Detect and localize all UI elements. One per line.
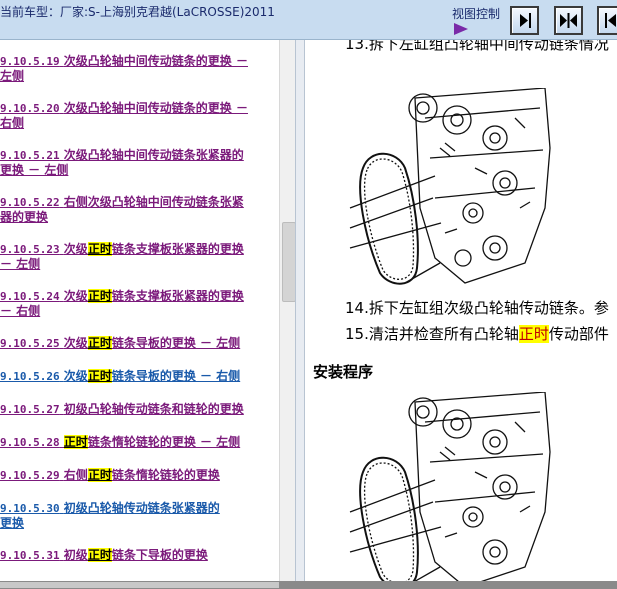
content-panel: 13.拆下左缸组凸轮轴中间传动链条情况 14.拆下左缸组次级凸轮轴传动链条。参 … [305, 40, 617, 581]
toc-text-line2: － 右侧 [0, 304, 41, 318]
search-highlight: 正时 [87, 289, 112, 303]
toc-text: 次级 [63, 242, 88, 256]
toc-text: 次级 [63, 336, 88, 350]
toc-text: 右侧 [63, 468, 88, 482]
toc-link[interactable]: 9.10.5.19 次级凸轮轴中间传动链条的更换 － 左侧 [0, 54, 270, 83]
expand-left-icon [605, 13, 616, 28]
toc-number: 9.10.5.27 [0, 403, 60, 416]
toc-text: 链条支撑板张紧器的更换 [111, 242, 244, 256]
toc-text-line2: 更换 [0, 516, 25, 530]
horizontal-scroll-thumb[interactable] [0, 582, 279, 588]
header-bar: 当前车型：厂家:S-上海别克君越(LaCROSSE)2011 视图控制 [0, 0, 617, 40]
toc-link[interactable]: 9.10.5.21 次级凸轮轴中间传动链条张紧器的 更换 － 左侧 [0, 148, 270, 177]
toc-link[interactable]: 9.10.5.23 次级正时链条支撑板张紧器的更换 － 左侧 [0, 242, 270, 271]
toc-text: 链条导板的更换 － 右侧 [111, 369, 241, 383]
install-procedure-heading: 安装程序 [313, 363, 374, 381]
toc-text: 次级 [63, 369, 88, 383]
search-highlight: 正时 [87, 336, 112, 350]
panel-splitter[interactable] [295, 40, 305, 581]
toc-link[interactable]: 9.10.5.20 次级凸轮轴中间传动链条的更换 － 右侧 [0, 101, 270, 130]
toc-panel: 9.10.5.19 次级凸轮轴中间传动链条的更换 － 左侧 9.10.5.20 次级… [0, 40, 279, 581]
toc-number: 9.10.5.29 [0, 469, 60, 482]
toc-number: 9.10.5.24 [0, 290, 60, 303]
collapse-both-button[interactable] [554, 6, 583, 35]
toc-scrollbar[interactable] [279, 40, 296, 581]
toc-number: 9.10.5.19 [0, 55, 60, 68]
step-13-text: 13.拆下左缸组凸轮轴中间传动链条情况 [345, 40, 609, 53]
toc-link[interactable]: 9.10.5.28 正时链条惰轮链轮的更换 － 左侧 [0, 435, 270, 450]
toc-number: 9.10.5.23 [0, 243, 60, 256]
toc-text: 链条支撑板张紧器的更换 [111, 289, 244, 303]
toc-link[interactable]: 9.10.5.22 右侧次级凸轮轴中间传动链条张紧 器的更换 [0, 195, 270, 224]
toc-text: 右侧次级凸轮轴中间传动链条张紧 [63, 195, 244, 209]
toc-text: 次级凸轮轴中间传动链条张紧器的 [63, 148, 244, 162]
expand-right-icon [520, 13, 531, 28]
vehicle-title: 当前车型：厂家:S-上海别克君越(LaCROSSE)2011 [0, 5, 275, 19]
engine-diagram-install [349, 392, 551, 581]
expand-left-button[interactable] [597, 6, 617, 35]
toc-text: 初级凸轮轴传动链条张紧器的 [63, 501, 220, 515]
view-control-arrow-icon[interactable] [454, 23, 468, 35]
toc-link[interactable]: 9.10.5.27 初级凸轮轴传动链条和链轮的更换 [0, 402, 270, 417]
search-highlight: 正时 [87, 548, 112, 562]
toc-text-line2: － 左侧 [0, 257, 41, 271]
toc-number: 9.10.5.31 [0, 549, 60, 562]
bottom-scrollbar[interactable] [0, 581, 617, 589]
toc-text-line2: 更换 － 左侧 [0, 163, 69, 177]
toc-text-line2: 器的更换 [0, 210, 49, 224]
toc-number: 9.10.5.28 [0, 436, 60, 449]
search-highlight: 正时 [87, 369, 112, 383]
view-control-label: 视图控制 [452, 7, 501, 21]
toc-number: 9.10.5.30 [0, 502, 60, 515]
search-highlight: 正时 [87, 468, 112, 482]
toc-text: 链条惰轮链轮的更换 － 左侧 [87, 435, 241, 449]
collapse-both-icon [560, 13, 577, 28]
toc-number: 9.10.5.25 [0, 337, 60, 350]
toc-text: 初级凸轮轴传动链条和链轮的更换 [63, 402, 244, 416]
expand-right-button[interactable] [510, 6, 539, 35]
scroll-down-icon[interactable] [280, 565, 296, 581]
search-highlight: 正时 [63, 435, 88, 449]
toc-text: 次级凸轮轴中间传动链条的更换 － [63, 101, 248, 115]
toc-text: 次级凸轮轴中间传动链条的更换 － [63, 54, 248, 68]
toc-link[interactable]: 9.10.5.30 初级凸轮轴传动链条张紧器的更换 [0, 501, 270, 530]
search-highlight: 正时 [87, 242, 112, 256]
toc-text: 初级 [63, 548, 88, 562]
toc-text: 链条导板的更换 － 左侧 [111, 336, 241, 350]
toc-text: 链条下导板的更换 [111, 548, 208, 562]
engine-diagram-removal [349, 88, 551, 285]
scroll-thumb[interactable] [282, 222, 296, 302]
toc-link[interactable]: 9.10.5.25 次级正时链条导板的更换 － 左侧 [0, 336, 270, 351]
step-15-text: 15.清洁并检查所有凸轮轴正时传动部件 [345, 325, 609, 343]
step-14-text: 14.拆下左缸组次级凸轮轴传动链条。参 [345, 299, 609, 317]
toc-text: 链条惰轮链轮的更换 [111, 468, 220, 482]
toc-text: 次级 [63, 289, 88, 303]
toc-number: 9.10.5.22 [0, 196, 60, 209]
toc-link[interactable]: 9.10.5.26 次级正时链条导板的更换 － 右侧 [0, 369, 270, 384]
toc-text-line2: 右侧 [0, 116, 25, 130]
toc-link[interactable]: 9.10.5.31 初级正时链条下导板的更换 [0, 548, 270, 563]
scroll-up-icon[interactable] [280, 40, 296, 56]
toc-link[interactable]: 9.10.5.24 次级正时链条支撑板张紧器的更换 － 右侧 [0, 289, 270, 318]
toc-text-line2: 左侧 [0, 69, 25, 83]
toc-link[interactable]: 9.10.5.29 右侧正时链条惰轮链轮的更换 [0, 468, 270, 483]
toc-number: 9.10.5.20 [0, 102, 60, 115]
toc-number: 9.10.5.21 [0, 149, 60, 162]
toc-number: 9.10.5.26 [0, 370, 60, 383]
